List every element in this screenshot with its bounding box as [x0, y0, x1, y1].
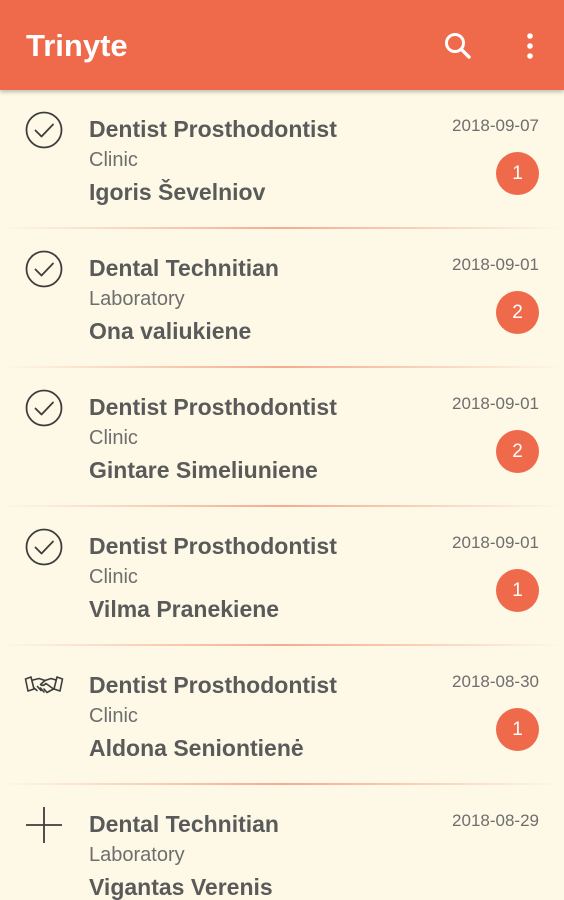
item-date: 2018-08-29: [452, 811, 539, 830]
app-bar: Trinyte: [0, 0, 564, 90]
more-options-button[interactable]: [508, 24, 552, 68]
item-person: Aldona Seniontienė: [89, 735, 304, 761]
check-circle-icon: [24, 249, 64, 289]
item-type: Laboratory: [89, 288, 185, 310]
item-date: 2018-09-01: [452, 255, 539, 274]
check-circle-icon: [24, 527, 64, 567]
more-vert-icon: [527, 33, 533, 59]
item-type: Clinic: [89, 427, 138, 449]
plus-icon: [24, 805, 64, 845]
item-type: Laboratory: [89, 844, 185, 866]
list-item[interactable]: Dental Technitian Laboratory Vigantas Ve…: [0, 785, 564, 900]
item-date: 2018-09-01: [452, 394, 539, 413]
list-item[interactable]: Dentist Prosthodontist Clinic Igoris Šev…: [0, 90, 564, 229]
app-title: Trinyte: [26, 28, 128, 63]
item-title: Dentist Prosthodontist: [89, 116, 337, 142]
item-title: Dentist Prosthodontist: [89, 533, 337, 559]
item-type: Clinic: [89, 149, 138, 171]
item-person: Gintare Simeliuniene: [89, 457, 318, 483]
check-circle-icon: [24, 388, 64, 428]
item-person: Ona valiukiene: [89, 318, 252, 344]
item-type: Clinic: [89, 566, 138, 588]
item-person: Igoris Ševelniov: [89, 179, 266, 205]
check-circle-icon: [24, 110, 64, 150]
handshake-icon: [24, 666, 64, 706]
search-icon: [445, 33, 471, 59]
count-badge: 2: [496, 430, 539, 473]
count-badge: 1: [496, 708, 539, 751]
item-title: Dentist Prosthodontist: [89, 394, 337, 420]
search-button[interactable]: [436, 24, 480, 68]
item-person: Vilma Pranekiene: [89, 596, 280, 622]
count-badge: 2: [496, 291, 539, 334]
item-title: Dental Technitian: [89, 255, 279, 281]
list-item[interactable]: Dentist Prosthodontist Clinic Gintare Si…: [0, 368, 564, 507]
item-title: Dentist Prosthodontist: [89, 672, 337, 698]
list-item[interactable]: Dentist Prosthodontist Clinic Aldona Sen…: [0, 646, 564, 785]
list-item[interactable]: Dental Technitian Laboratory Ona valiuki…: [0, 229, 564, 368]
count-badge: 1: [496, 152, 539, 195]
item-date: 2018-09-07: [452, 116, 539, 135]
item-title: Dental Technitian: [89, 811, 279, 837]
item-type: Clinic: [89, 705, 138, 727]
count-badge: 1: [496, 569, 539, 612]
list-item[interactable]: Dentist Prosthodontist Clinic Vilma Pran…: [0, 507, 564, 646]
item-date: 2018-08-30: [452, 672, 539, 691]
item-date: 2018-09-01: [452, 533, 539, 552]
order-list: Dentist Prosthodontist Clinic Igoris Šev…: [0, 90, 564, 900]
item-person: Vigantas Verenis: [89, 874, 273, 900]
